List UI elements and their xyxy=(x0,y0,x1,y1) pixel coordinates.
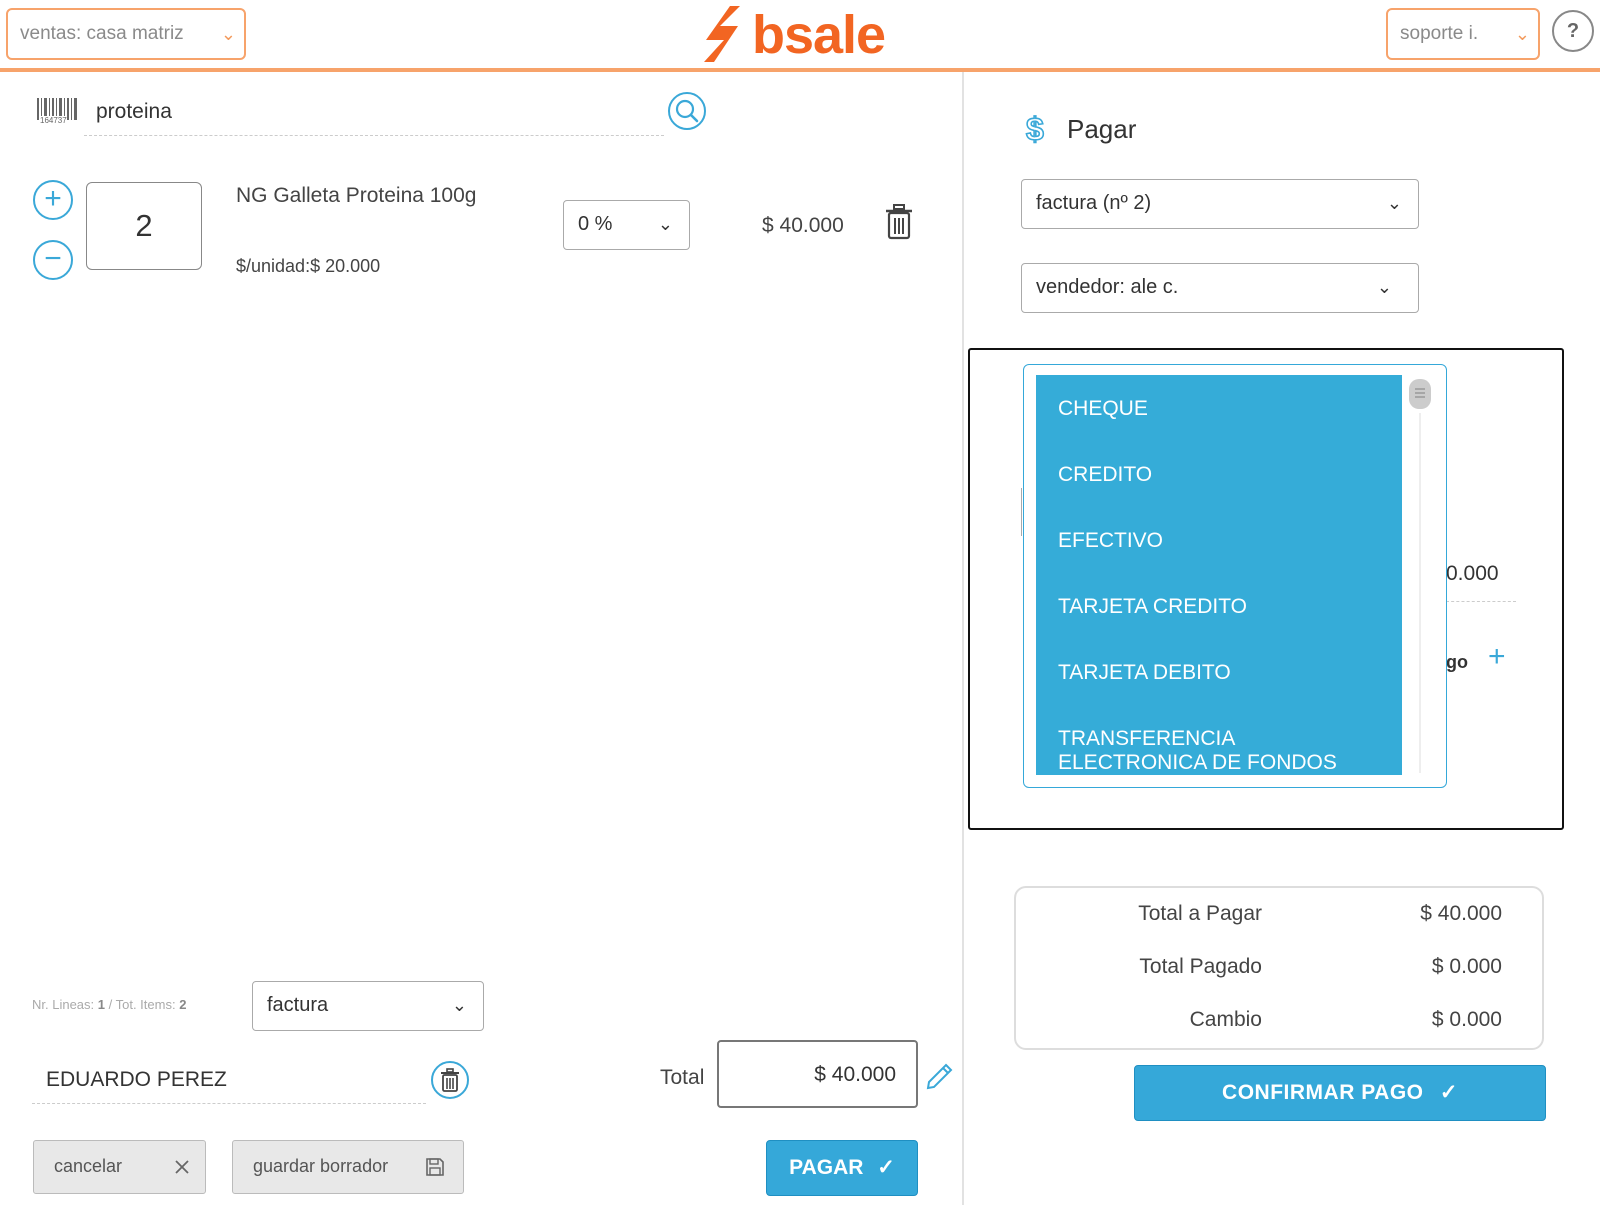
payment-amount-fragment: 0.000 xyxy=(1446,562,1499,585)
barcode-caption: 164737 xyxy=(40,116,67,125)
logo-mark-icon xyxy=(704,6,740,62)
add-payment-button[interactable]: + xyxy=(1488,640,1506,674)
payment-option-transferencia[interactable]: TRANSFERENCIA ELECTRONICA DE FONDOS xyxy=(1058,727,1358,775)
branch-select-label: ventas: casa matriz xyxy=(20,23,184,44)
user-select[interactable]: soporte i. ⌄ xyxy=(1386,8,1540,60)
pencil-icon xyxy=(926,1063,953,1090)
line-subtotal: $ 40.000 xyxy=(762,214,844,237)
pay-button[interactable]: PAGAR ✓ xyxy=(766,1140,918,1196)
chevron-down-icon: ⌄ xyxy=(451,995,467,1015)
amount-underline xyxy=(1446,600,1516,602)
help-button[interactable]: ? xyxy=(1552,10,1594,52)
unit-price: $/unidad:$ 20.000 xyxy=(236,256,381,276)
scrollbar-thumb[interactable] xyxy=(1409,379,1431,409)
discount-value: 0 % xyxy=(578,213,613,235)
quantity-value: 2 xyxy=(135,208,153,243)
total-to-pay-value: $ 40.000 xyxy=(1420,902,1502,925)
chevron-down-icon: ⌄ xyxy=(1514,24,1530,44)
payment-method-dropdown[interactable]: CHEQUE CREDITO EFECTIVO TARJETA CREDITO … xyxy=(1023,364,1447,788)
decrease-quantity-button[interactable]: − xyxy=(33,240,73,280)
search-value: proteina xyxy=(96,100,172,123)
remove-client-button[interactable] xyxy=(431,1061,469,1099)
minus-icon: − xyxy=(44,242,62,275)
product-search-input[interactable]: proteina xyxy=(84,92,664,136)
total-to-pay-label: Total a Pagar xyxy=(1138,902,1262,925)
seller-select-value: vendedor: ale c. xyxy=(1036,276,1179,298)
change-value: $ 0.000 xyxy=(1431,1008,1502,1031)
user-select-label: soporte i. xyxy=(1400,23,1479,44)
client-field[interactable]: EDUARDO PEREZ xyxy=(32,1060,426,1104)
seller-select[interactable]: vendedor: ale c. ⌄ xyxy=(1021,263,1419,313)
svg-text:$: $ xyxy=(1026,112,1044,146)
barcode-icon[interactable]: 164737 xyxy=(36,96,80,128)
trash-icon xyxy=(441,1068,459,1092)
delete-line-button[interactable] xyxy=(884,204,914,240)
cancel-button[interactable]: cancelar xyxy=(33,1140,206,1194)
confirm-payment-label: CONFIRMAR PAGO xyxy=(1222,1081,1424,1104)
lines-summary: Nr. Lineas: 1 / Tot. Items: 2 xyxy=(32,997,186,1012)
chevron-down-icon: ⌄ xyxy=(1386,193,1402,213)
logo-text: bsale xyxy=(752,5,886,65)
trash-icon xyxy=(886,204,912,240)
plus-icon: + xyxy=(44,182,62,215)
search-icon xyxy=(675,99,699,123)
grip-icon xyxy=(1415,388,1425,398)
confirm-payment-button[interactable]: CONFIRMAR PAGO ✓ xyxy=(1134,1065,1546,1121)
floppy-disk-icon xyxy=(426,1158,444,1176)
payment-option-tarjeta-debito[interactable]: TARJETA DEBITO xyxy=(1058,661,1231,685)
payment-label-fragment: go xyxy=(1446,652,1468,672)
close-icon xyxy=(175,1160,189,1174)
panel-divider xyxy=(962,72,964,1205)
total-paid-value: $ 0.000 xyxy=(1431,955,1502,978)
pay-label: PAGAR xyxy=(789,1156,864,1179)
top-header: ventas: casa matriz ⌄ bsale soporte i. ⌄… xyxy=(0,0,1600,72)
branch-select[interactable]: ventas: casa matriz ⌄ xyxy=(6,8,246,60)
payment-option-tarjeta-credito[interactable]: TARJETA CREDITO xyxy=(1058,595,1247,619)
product-name: NG Galleta Proteina 100g xyxy=(236,184,477,207)
chevron-down-icon: ⌄ xyxy=(657,214,673,234)
chevron-down-icon: ⌄ xyxy=(1376,277,1392,297)
lines-count: 1 xyxy=(97,997,105,1012)
items-count: 2 xyxy=(179,997,187,1012)
edit-total-button[interactable] xyxy=(924,1062,954,1092)
total-paid-label: Total Pagado xyxy=(1139,955,1262,978)
cancel-label: cancelar xyxy=(54,1156,123,1176)
payment-totals: Total a Pagar $ 40.000 Total Pagado $ 0.… xyxy=(1014,886,1544,1050)
total-field[interactable]: $ 40.000 xyxy=(717,1040,918,1108)
check-icon: ✓ xyxy=(1439,1081,1458,1104)
help-icon: ? xyxy=(1566,20,1580,42)
document-type-value: factura xyxy=(267,994,329,1016)
search-button[interactable] xyxy=(668,92,706,130)
document-select[interactable]: factura (nº 2) ⌄ xyxy=(1021,179,1419,229)
dropdown-scrollbar[interactable] xyxy=(1409,373,1431,775)
quantity-field[interactable]: 2 xyxy=(86,182,202,270)
pay-panel-title: Pagar xyxy=(1067,114,1137,144)
lines-label: Nr. Lineas: xyxy=(32,997,98,1012)
plus-icon: + xyxy=(1488,640,1506,673)
payment-option-efectivo[interactable]: EFECTIVO xyxy=(1058,529,1163,553)
chevron-down-icon: ⌄ xyxy=(220,24,236,44)
increase-quantity-button[interactable]: + xyxy=(33,180,73,220)
total-value: $ 40.000 xyxy=(814,1063,896,1086)
bsale-logo: bsale xyxy=(700,4,900,66)
discount-select[interactable]: 0 % ⌄ xyxy=(563,200,690,250)
payment-option-credito[interactable]: CREDITO xyxy=(1058,463,1152,487)
save-draft-button[interactable]: guardar borrador xyxy=(232,1140,464,1194)
payment-method-list: CHEQUE CREDITO EFECTIVO TARJETA CREDITO … xyxy=(1036,375,1402,775)
check-icon: ✓ xyxy=(877,1156,895,1179)
document-select-value: factura (nº 2) xyxy=(1036,192,1152,214)
save-draft-label: guardar borrador xyxy=(253,1156,389,1176)
client-name: EDUARDO PEREZ xyxy=(46,1068,227,1091)
items-label: / Tot. Items: xyxy=(105,997,180,1012)
scrollbar-track xyxy=(1419,413,1421,773)
change-label: Cambio xyxy=(1189,1008,1262,1031)
payment-option-cheque[interactable]: CHEQUE xyxy=(1058,397,1148,421)
dollar-icon: $ xyxy=(1024,110,1048,148)
document-type-select[interactable]: factura ⌄ xyxy=(252,981,484,1031)
total-label: Total xyxy=(660,1066,705,1089)
